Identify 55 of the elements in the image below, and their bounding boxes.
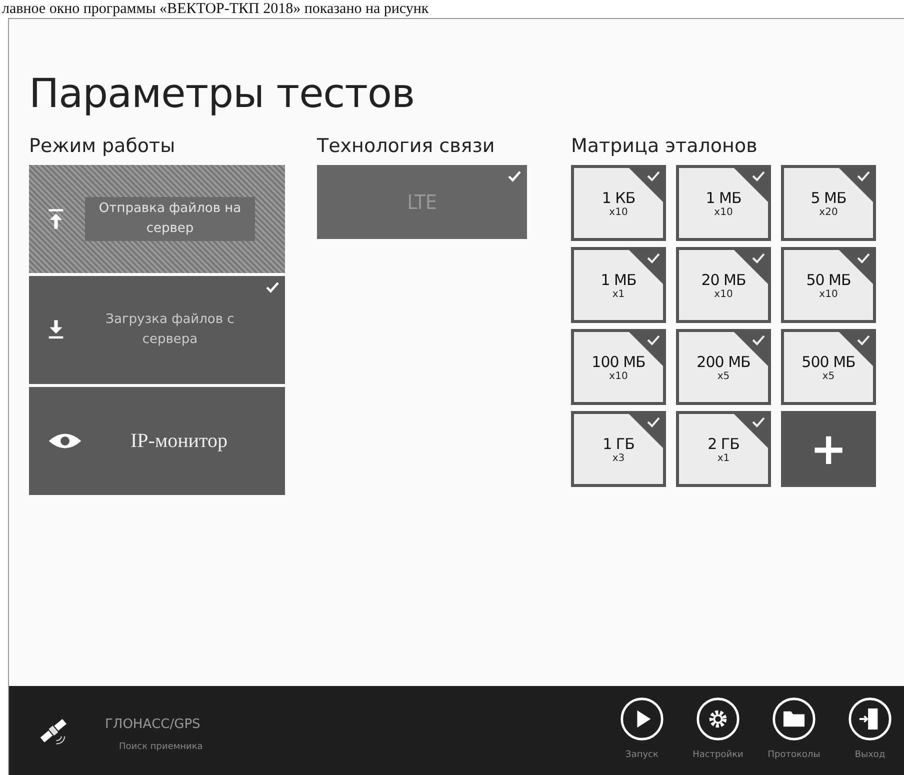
section-heading: Матрица эталонов <box>571 135 758 157</box>
size-label: 2 ГБ <box>708 434 740 452</box>
sample-tile[interactable]: 1 МБ x1 <box>571 247 666 323</box>
size-label: 5 МБ <box>810 188 846 206</box>
check-icon <box>508 171 521 182</box>
size-label: 200 МБ <box>696 352 750 370</box>
count-label: x5 <box>717 370 730 382</box>
size-label: 1 ГБ <box>602 434 634 452</box>
folder-icon <box>771 696 817 742</box>
page-title: Параметры тестов <box>29 71 416 117</box>
size-label: 1 МБ <box>600 270 636 288</box>
mode-tile[interactable]: Загрузка файлов с сервера <box>29 276 285 384</box>
count-label: x10 <box>819 288 838 300</box>
count-label: x10 <box>714 206 733 218</box>
sample-tile[interactable]: 500 МБ x5 <box>781 329 876 405</box>
play-icon <box>619 696 665 742</box>
count-label: x1 <box>717 452 730 464</box>
count-label: x3 <box>612 452 625 464</box>
sample-tile[interactable]: 5 МБ x20 <box>781 165 876 241</box>
section-heading: Режим работы <box>29 135 176 157</box>
size-label: 1 КБ <box>602 188 636 206</box>
download-icon <box>47 319 65 341</box>
sample-tile[interactable]: 200 МБ x5 <box>676 329 771 405</box>
size-label: 1 МБ <box>706 188 742 206</box>
toolbar-button[interactable]: Выход <box>836 696 904 775</box>
sample-tile[interactable]: 50 МБ x10 <box>781 247 876 323</box>
settings-icon <box>695 696 741 742</box>
section-heading: Технология связи <box>317 135 496 157</box>
check-icon <box>266 282 279 293</box>
count-label: x5 <box>822 370 835 382</box>
count-label: x1 <box>612 288 625 300</box>
toolbar-button[interactable]: Настройки <box>684 696 752 775</box>
document-caption: лавное окно программы «ВЕКТОР-ТКП 2018» показано на рисунк <box>1 0 430 18</box>
gps-label: ГЛОНАСС/GPS <box>105 716 202 732</box>
sample-tile[interactable]: 1 ГБ x3 <box>571 411 666 487</box>
toolbar-button[interactable]: Запуск <box>608 696 676 775</box>
add-button[interactable]: + <box>781 411 876 487</box>
size-label: 100 МБ <box>592 352 646 370</box>
sample-tile[interactable]: 2 ГБ x1 <box>676 411 771 487</box>
sample-tile[interactable]: 20 МБ x10 <box>676 247 771 323</box>
toolbar-button[interactable]: Протоколы <box>760 696 828 775</box>
count-label: x10 <box>714 288 733 300</box>
count-label: x20 <box>819 206 838 218</box>
count-label: x10 <box>609 370 628 382</box>
sample-tile[interactable]: 1 МБ x10 <box>676 165 771 241</box>
size-label: 500 МБ <box>802 352 856 370</box>
sample-tile[interactable]: 100 МБ x10 <box>571 329 666 405</box>
size-label: 20 МБ <box>701 270 746 288</box>
mode-tile[interactable]: IP-монитор <box>29 387 285 495</box>
upload-icon <box>47 208 65 230</box>
count-label: x10 <box>609 206 628 218</box>
door-icon <box>847 696 893 742</box>
sample-tile[interactable]: 1 КБ x10 <box>571 165 666 241</box>
size-label: 50 МБ <box>806 270 851 288</box>
gps-status: Поиск приемника <box>118 742 203 752</box>
